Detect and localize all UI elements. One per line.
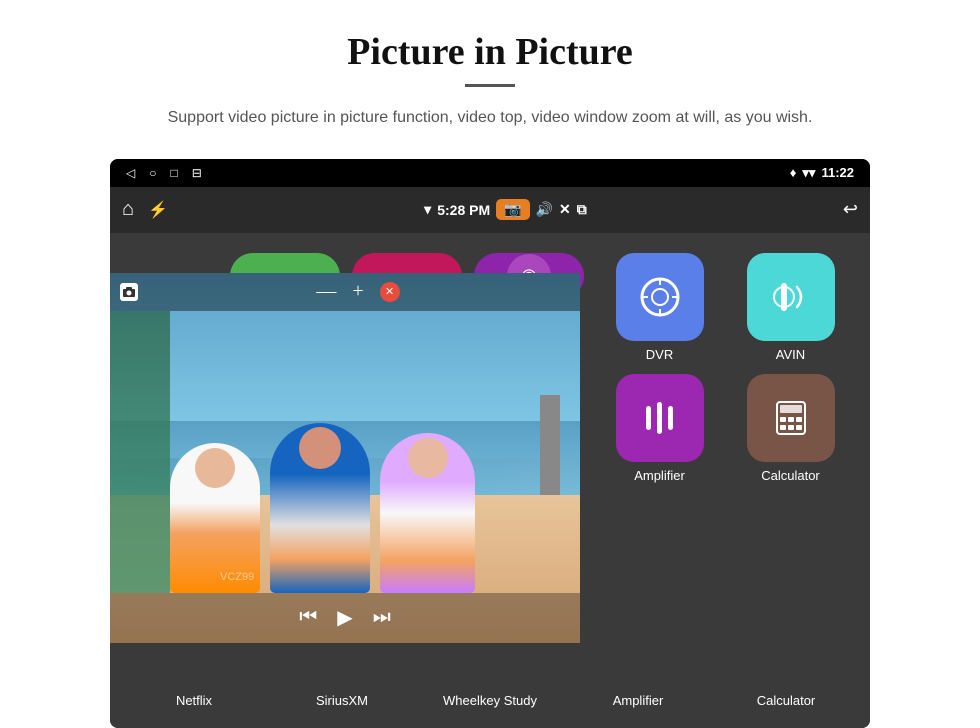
pip-close-button[interactable]: ✕ bbox=[380, 282, 400, 302]
pip-minimize-button[interactable]: — bbox=[316, 280, 336, 303]
dvr-icon-box bbox=[616, 253, 704, 341]
app-icon-amplifier[interactable]: Amplifier bbox=[600, 374, 719, 483]
app-icon-avin[interactable]: AVIN bbox=[731, 253, 850, 362]
pip-head2 bbox=[299, 427, 341, 469]
page-wrapper: Picture in Picture Support video picture… bbox=[0, 0, 980, 728]
app-bar-right: ↩ bbox=[843, 199, 858, 220]
status-bar-right: ♦ ▾▾ 11:22 bbox=[790, 165, 854, 181]
title-divider bbox=[465, 84, 515, 87]
bottom-labels-bar: Netflix SiriusXM Wheelkey Study Amplifie… bbox=[110, 673, 870, 728]
wifi-signal-icon: ▾▾ bbox=[802, 165, 815, 181]
pip-prev-button[interactable]: ⏮ bbox=[299, 606, 317, 629]
location-icon: ♦ bbox=[790, 165, 797, 180]
page-title: Picture in Picture bbox=[40, 30, 940, 74]
dvr-label: DVR bbox=[646, 347, 673, 362]
pip-people bbox=[110, 311, 580, 593]
app-bar-center: ▾ 5:28 PM 📷 🔊 ✕ ⧉ bbox=[168, 199, 843, 220]
status-bar-left: ◁ ○ □ ⊟ bbox=[126, 166, 202, 180]
camera-button[interactable]: 📷 bbox=[496, 199, 529, 220]
avin-icon-svg bbox=[767, 273, 815, 321]
usb-icon: ⚡ bbox=[148, 200, 168, 220]
pip-play-button[interactable]: ▶ bbox=[337, 605, 352, 630]
pip-camera-icon bbox=[120, 283, 138, 301]
recents-nav-icon[interactable]: □ bbox=[170, 166, 177, 180]
back-nav-icon[interactable]: ◁ bbox=[126, 166, 135, 180]
status-bar: ◁ ○ □ ⊟ ♦ ▾▾ 11:22 bbox=[110, 159, 870, 187]
wheelkey-bottom-label: Wheelkey Study bbox=[443, 693, 537, 708]
avin-label: AVIN bbox=[776, 347, 805, 362]
pip-head1 bbox=[195, 448, 235, 488]
pip-maximize-button[interactable]: + bbox=[352, 280, 363, 303]
avin-icon-box bbox=[747, 253, 835, 341]
status-time: 11:22 bbox=[821, 165, 854, 180]
bottom-label-calculator: Calculator bbox=[731, 693, 841, 708]
device-frame: ◁ ○ □ ⊟ ♦ ▾▾ 11:22 ⌂ ⚡ ▾ 5:28 PM 📷 🔊 bbox=[110, 159, 870, 728]
pip-person2 bbox=[270, 423, 370, 593]
amplifier-label: Amplifier bbox=[634, 468, 685, 483]
calculator-icon-svg bbox=[767, 394, 815, 442]
bottom-label-siriusxm: SiriusXM bbox=[287, 693, 397, 708]
right-apps-grid: DVR AVIN bbox=[590, 243, 860, 263]
close-icon[interactable]: ✕ bbox=[559, 201, 571, 218]
camera-svg bbox=[123, 287, 135, 297]
menu-nav-icon[interactable]: ⊟ bbox=[192, 166, 202, 180]
watermark: VCZ99 bbox=[220, 571, 254, 583]
calculator-bottom-label: Calculator bbox=[757, 693, 816, 708]
pip-person3 bbox=[380, 433, 475, 593]
amplifier-icon-box bbox=[616, 374, 704, 462]
home-nav-icon[interactable]: ○ bbox=[149, 166, 156, 180]
main-content: ◉ bbox=[110, 233, 870, 673]
pip-bottom-controls: ⏮ ▶ ⏭ bbox=[110, 593, 580, 643]
bottom-label-wheelkey: Wheelkey Study bbox=[435, 693, 545, 708]
wifi-icon: ▾ bbox=[424, 201, 431, 218]
pip-icon[interactable]: ⧉ bbox=[577, 201, 587, 218]
amplifier-icon-svg bbox=[636, 394, 684, 442]
calculator-icon-box bbox=[747, 374, 835, 462]
dvr-icon-svg bbox=[636, 273, 684, 321]
siriusxm-bottom-label: SiriusXM bbox=[316, 693, 368, 708]
back-icon[interactable]: ↩ bbox=[843, 199, 858, 220]
app-bar-left: ⌂ ⚡ bbox=[122, 198, 168, 221]
netflix-bottom-label: Netflix bbox=[176, 693, 212, 708]
subtitle: Support video picture in picture functio… bbox=[140, 105, 840, 131]
bottom-label-netflix: Netflix bbox=[139, 693, 249, 708]
app-time: 5:28 PM bbox=[437, 202, 490, 218]
bottom-label-amplifier: Amplifier bbox=[583, 693, 693, 708]
pip-tree-left bbox=[110, 311, 170, 593]
app-bar: ⌂ ⚡ ▾ 5:28 PM 📷 🔊 ✕ ⧉ ↩ bbox=[110, 187, 870, 233]
amplifier-bottom-label: Amplifier bbox=[613, 693, 664, 708]
pip-center-controls: — + ✕ bbox=[146, 280, 570, 303]
app-icon-dvr[interactable]: DVR bbox=[600, 253, 719, 362]
pip-top-controls: — + ✕ bbox=[110, 273, 580, 311]
pip-head3 bbox=[408, 438, 448, 478]
volume-icon[interactable]: 🔊 bbox=[536, 201, 553, 218]
app-icon-calculator[interactable]: Calculator bbox=[731, 374, 850, 483]
title-section: Picture in Picture Support video picture… bbox=[0, 0, 980, 141]
pip-video-overlay[interactable]: — + ✕ ⏮ ▶ ⏭ VCZ99 bbox=[110, 273, 580, 643]
pip-tower bbox=[540, 395, 560, 495]
pip-next-button[interactable]: ⏭ bbox=[373, 606, 391, 629]
calculator-label: Calculator bbox=[761, 468, 820, 483]
home-icon[interactable]: ⌂ bbox=[122, 198, 134, 221]
